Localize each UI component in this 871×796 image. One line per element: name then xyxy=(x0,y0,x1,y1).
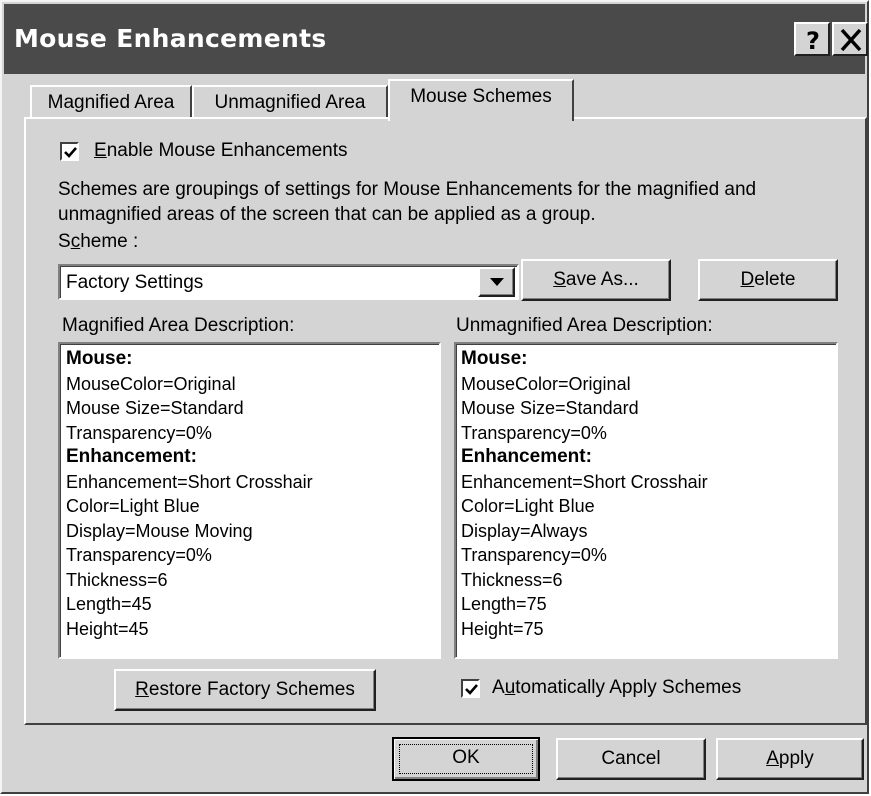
unmagnified-description-title: Unmagnified Area Description: xyxy=(456,315,713,336)
automatically-apply-schemes-label[interactable]: Automatically Apply Schemes xyxy=(492,677,741,699)
tab-label: Mouse Schemes xyxy=(410,86,552,107)
close-button[interactable] xyxy=(832,22,868,56)
list-item: Display=Mouse Moving xyxy=(66,520,253,541)
question-mark-icon: ? xyxy=(806,27,820,53)
list-item: Display=Always xyxy=(461,520,588,541)
list-item: Thickness=6 xyxy=(461,569,563,590)
checkmark-icon xyxy=(64,147,77,158)
list-item: Height=45 xyxy=(66,618,149,639)
list-item: Enhancement: xyxy=(66,446,197,467)
magnified-description-title: Magnified Area Description: xyxy=(62,315,295,336)
scheme-dropdown[interactable]: Factory Settings xyxy=(58,264,519,300)
save-as-button[interactable]: Save As... xyxy=(521,259,671,301)
list-item: Transparency=0% xyxy=(461,422,607,443)
scheme-selected-value: Factory Settings xyxy=(66,272,204,293)
close-x-icon xyxy=(840,28,862,52)
list-item: Mouse Size=Standard xyxy=(66,398,244,418)
tab-label: Unmagnified Area xyxy=(214,92,366,113)
enable-mouse-enhancements-checkbox[interactable] xyxy=(60,142,79,161)
restore-factory-schemes-button[interactable]: Restore Factory Schemes xyxy=(114,669,376,711)
scheme-dropdown-button[interactable] xyxy=(478,267,515,297)
unmagnified-description-list: Mouse: MouseColor=Original Mouse Size=St… xyxy=(461,347,708,641)
list-item: Transparency=0% xyxy=(461,545,607,565)
schemes-description: Schemes are groupings of settings for Mo… xyxy=(58,179,757,225)
list-item: Enhancement=Short Crosshair xyxy=(461,471,708,492)
list-item: Enhancement=Short Crosshair xyxy=(66,471,313,492)
tab-magnified-area[interactable]: Magnified Area xyxy=(30,85,192,119)
list-item: Color=Light Blue xyxy=(66,496,200,516)
tab-label: Magnified Area xyxy=(47,92,175,113)
list-item: Length=45 xyxy=(66,594,152,614)
automatically-apply-schemes-checkbox[interactable] xyxy=(461,679,480,698)
title-bar[interactable]: Mouse Enhancements ? xyxy=(4,4,868,74)
list-item: Transparency=0% xyxy=(66,422,212,443)
list-item: Enhancement: xyxy=(461,446,592,467)
list-item: Color=Light Blue xyxy=(461,496,595,516)
list-item: Height=75 xyxy=(461,618,544,639)
svg-text:?: ? xyxy=(806,27,820,53)
enable-mouse-enhancements-label[interactable]: Enable Mouse Enhancements xyxy=(94,140,348,162)
list-item: Thickness=6 xyxy=(66,569,168,590)
magnified-description-list: Mouse: MouseColor=Original Mouse Size=St… xyxy=(66,347,313,641)
help-button[interactable]: ? xyxy=(794,22,830,56)
list-item: MouseColor=Original xyxy=(66,373,236,394)
window-title: Mouse Enhancements xyxy=(14,24,327,53)
list-item: Mouse: xyxy=(66,348,133,369)
list-item: Transparency=0% xyxy=(66,545,212,565)
checkmark-icon xyxy=(465,684,478,695)
list-item: Mouse: xyxy=(461,348,528,369)
magnified-description-box[interactable]: Mouse: MouseColor=Original Mouse Size=St… xyxy=(58,342,441,659)
mouse-enhancements-dialog: Mouse Enhancements ? Magnified Area Unma… xyxy=(0,0,869,794)
ok-button[interactable]: OK xyxy=(392,737,540,781)
triangle-down-icon xyxy=(490,278,504,286)
apply-button[interactable]: Apply xyxy=(716,738,864,780)
mouse-schemes-panel: Enable Mouse Enhancements Schemes are gr… xyxy=(24,117,867,725)
list-item: Length=75 xyxy=(461,594,547,614)
scheme-label: Scheme : xyxy=(58,231,139,252)
tab-mouse-schemes[interactable]: Mouse Schemes xyxy=(388,79,574,121)
cancel-button[interactable]: Cancel xyxy=(556,738,706,780)
tab-unmagnified-area[interactable]: Unmagnified Area xyxy=(192,85,388,119)
list-item: Mouse Size=Standard xyxy=(461,398,639,418)
unmagnified-description-box[interactable]: Mouse: MouseColor=Original Mouse Size=St… xyxy=(454,342,838,659)
list-item: MouseColor=Original xyxy=(461,373,631,394)
focus-indicator xyxy=(399,744,533,774)
delete-button[interactable]: Delete xyxy=(698,259,838,301)
